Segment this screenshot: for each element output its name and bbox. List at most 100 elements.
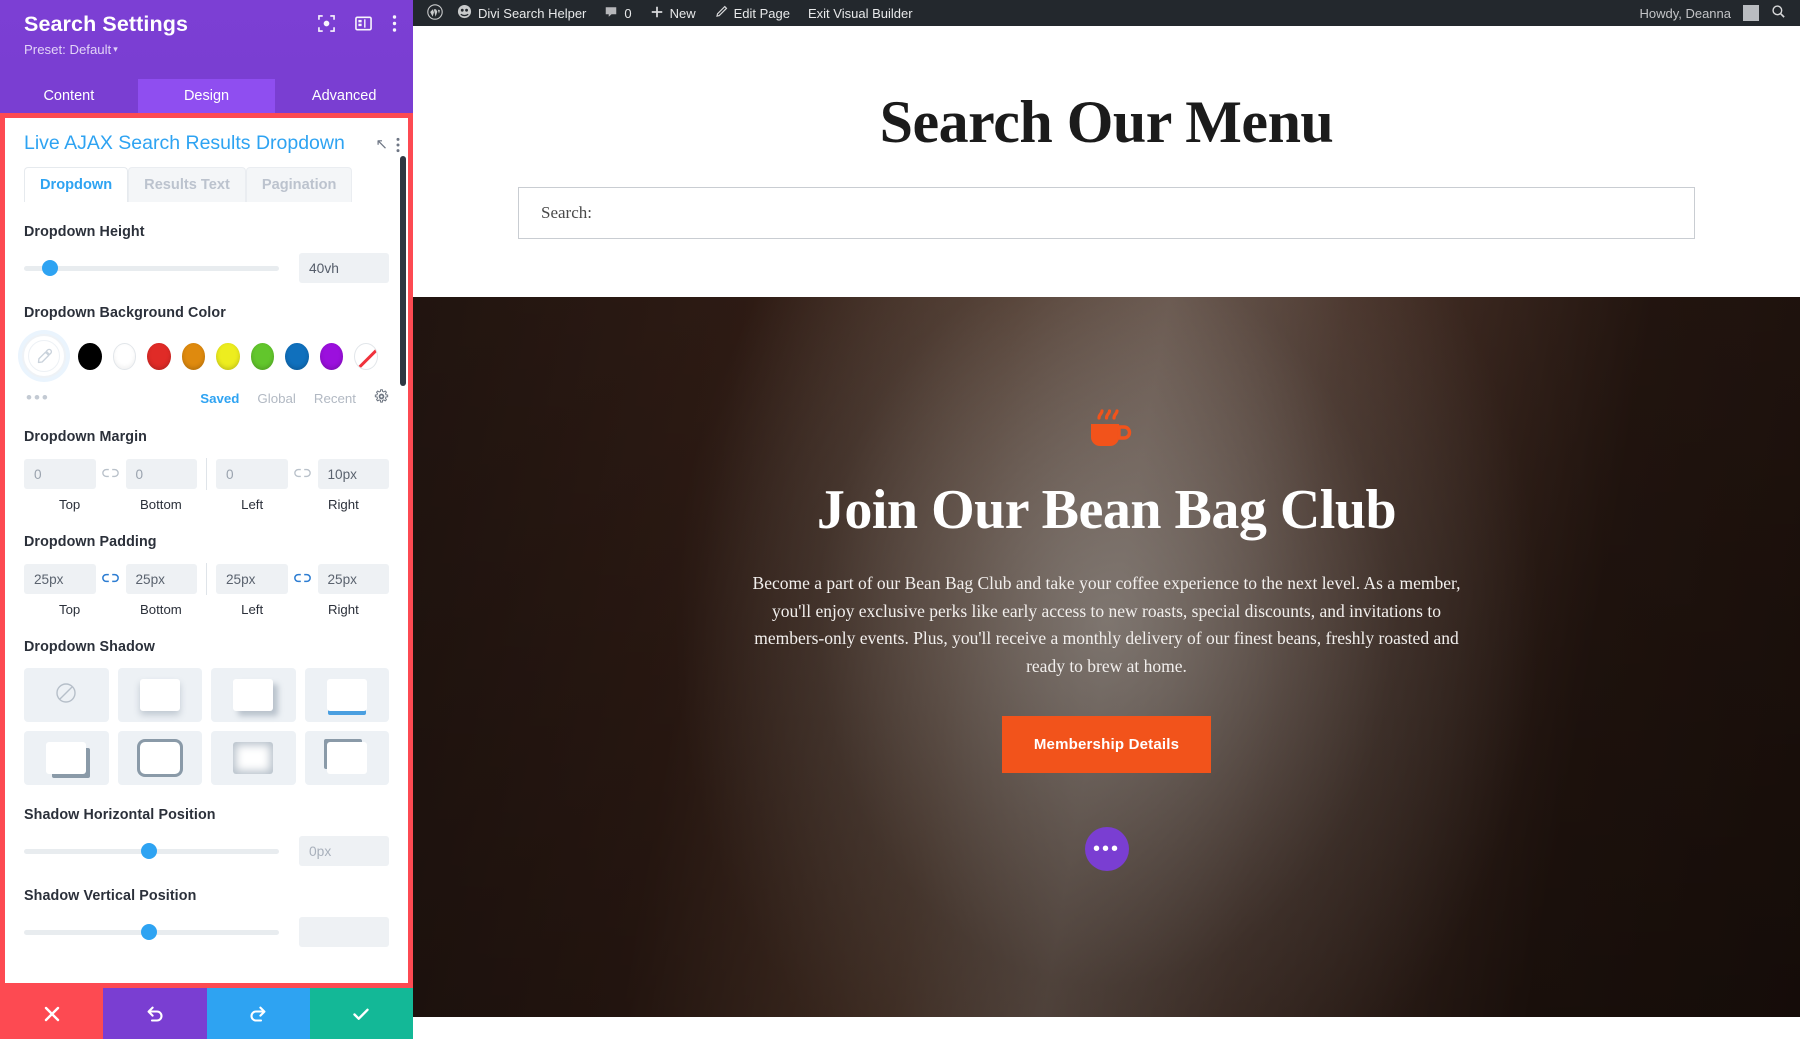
subtab-dropdown[interactable]: Dropdown	[24, 167, 129, 202]
panel-header: Search Settings Preset: Default ▾	[0, 0, 413, 79]
swatch-yellow[interactable]	[216, 342, 240, 370]
tab-content[interactable]: Content	[0, 79, 138, 113]
wp-new-button[interactable]: New	[650, 5, 696, 22]
link-left-right-icon[interactable]	[288, 467, 318, 482]
swatch-transparent[interactable]	[354, 342, 378, 370]
search-section: Search Our Menu Search:	[413, 26, 1800, 297]
padding-bottom-input[interactable]: 25px	[125, 564, 197, 594]
link-left-right-icon[interactable]	[288, 572, 318, 587]
search-settings-panel: Search Settings Preset: Default ▾ Content…	[0, 0, 413, 1039]
margin-top-bottom: 0 0	[24, 459, 197, 489]
page-preview: Search Our Menu Search: Join Our Bean Ba…	[413, 26, 1800, 1039]
dropdown-height-value[interactable]: 40vh	[299, 253, 389, 283]
shadow-vertical-value[interactable]	[299, 917, 389, 947]
field-dropdown-height: Dropdown Height 40vh	[5, 224, 408, 283]
swatch-blue[interactable]	[285, 342, 309, 370]
margin-bottom-input[interactable]: 0	[125, 459, 197, 489]
padding-left-input[interactable]: 25px	[216, 564, 288, 594]
shadow-horizontal-slider[interactable]	[24, 843, 279, 859]
panel-preset-selector[interactable]: Preset: Default ▾	[24, 41, 395, 58]
link-top-bottom-icon[interactable]	[96, 572, 126, 587]
bean-bag-club-section: Join Our Bean Bag Club Become a part of …	[413, 297, 1800, 1017]
tab-advanced[interactable]: Advanced	[275, 79, 413, 113]
wp-site-name-label: Divi Search Helper	[478, 5, 587, 21]
shadow-preset-none[interactable]	[24, 668, 109, 722]
color-tab-saved[interactable]: Saved	[200, 391, 239, 406]
shadow-vertical-slider[interactable]	[24, 924, 279, 940]
redo-button[interactable]	[206, 988, 310, 1039]
focus-icon[interactable]	[318, 15, 335, 37]
shadow-preset-offset-right[interactable]	[211, 668, 296, 722]
divider	[206, 563, 207, 595]
dropdown-height-control: 40vh	[24, 253, 389, 283]
panel-scrollbar[interactable]	[400, 156, 406, 386]
slider-handle[interactable]	[140, 924, 157, 940]
coffee-cup-icon	[413, 405, 1800, 460]
avatar[interactable]	[1743, 5, 1759, 21]
dropdown-height-slider[interactable]	[24, 260, 279, 276]
swatch-red[interactable]	[147, 342, 171, 370]
padding-right-label: Right	[327, 602, 359, 617]
dropdown-shadow-label: Dropdown Shadow	[24, 639, 155, 655]
margin-right-input[interactable]: 10px	[317, 459, 389, 489]
eyedropper-icon[interactable]	[22, 334, 66, 378]
subtab-results-text[interactable]: Results Text	[128, 167, 246, 202]
shadow-preset-underline-blue[interactable]	[304, 668, 389, 722]
panel-action-bar	[0, 988, 413, 1039]
more-colors-icon[interactable]: •••	[26, 389, 50, 406]
wp-site-name-menu[interactable]: Divi Search Helper	[457, 4, 586, 22]
wordpress-preview-area: Divi Search Helper 0 New Edit Page Exit …	[413, 0, 1800, 1039]
plus-icon	[650, 5, 664, 22]
margin-top-input[interactable]: 0	[24, 459, 96, 489]
swatch-white[interactable]	[112, 342, 137, 370]
membership-details-button[interactable]: Membership Details	[1001, 716, 1212, 773]
padding-top-input[interactable]: 25px	[24, 564, 96, 594]
shadow-preset-top-left-edge[interactable]	[304, 731, 389, 785]
shadow-preset-hard-bottom-right[interactable]	[24, 731, 109, 785]
slider-handle[interactable]	[41, 260, 58, 276]
swatch-orange[interactable]	[181, 342, 206, 370]
collapse-arrow-icon[interactable]: ↖	[375, 135, 388, 153]
wp-logo-button[interactable]	[427, 3, 443, 23]
save-button[interactable]	[309, 988, 413, 1039]
floating-options-button[interactable]: •••	[1084, 827, 1129, 871]
group-kebab-menu-icon[interactable]	[396, 137, 400, 158]
color-tab-global[interactable]: Global	[257, 391, 295, 406]
swatch-purple[interactable]	[319, 342, 344, 370]
field-dropdown-margin: Dropdown Margin 0 0 0 10px Top Bottom Le…	[5, 429, 408, 512]
swatch-green[interactable]	[250, 342, 275, 370]
margin-bottom-label: Bottom	[139, 497, 182, 512]
link-top-bottom-icon[interactable]	[96, 467, 126, 482]
shadow-horizontal-label: Shadow Horizontal Position	[24, 807, 216, 823]
search-icon[interactable]	[1771, 4, 1786, 22]
gear-icon[interactable]	[374, 389, 389, 407]
shadow-swatch	[233, 742, 274, 774]
color-tab-recent[interactable]: Recent	[314, 391, 356, 406]
wp-exit-visual-builder-button[interactable]: Exit Visual Builder	[808, 6, 913, 21]
wordpress-logo-icon	[427, 3, 443, 23]
settings-group-header[interactable]: Live AJAX Search Results Dropdown ↖	[5, 118, 408, 161]
swatch-black[interactable]	[78, 342, 102, 370]
wp-edit-page-button[interactable]: Edit Page	[714, 5, 790, 22]
padding-top-bottom: 25px 25px	[24, 564, 197, 594]
panel-tabs: Content Design Advanced	[0, 79, 413, 113]
padding-right-input[interactable]: 25px	[317, 564, 389, 594]
subtab-pagination[interactable]: Pagination	[245, 167, 353, 202]
comment-bubble-icon	[604, 5, 618, 22]
margin-left-label: Left	[241, 497, 264, 512]
layout-columns-icon[interactable]	[355, 15, 372, 37]
shadow-preset-outline-all[interactable]	[117, 731, 202, 785]
cancel-button[interactable]	[0, 988, 104, 1039]
howdy-label[interactable]: Howdy, Deanna	[1639, 6, 1731, 21]
tab-design[interactable]: Design	[137, 79, 276, 113]
undo-button[interactable]	[103, 988, 207, 1039]
shadow-horizontal-value[interactable]: 0px	[299, 836, 389, 866]
margin-left-input[interactable]: 0	[216, 459, 288, 489]
shadow-preset-soft-bottom[interactable]	[117, 668, 202, 722]
shadow-preset-inner-glow[interactable]	[211, 731, 296, 785]
wp-comments-button[interactable]: 0	[604, 5, 632, 22]
search-input[interactable]: Search:	[518, 187, 1695, 239]
slider-handle[interactable]	[140, 843, 157, 859]
kebab-menu-icon[interactable]	[392, 14, 397, 38]
wp-comments-count: 0	[624, 5, 632, 21]
